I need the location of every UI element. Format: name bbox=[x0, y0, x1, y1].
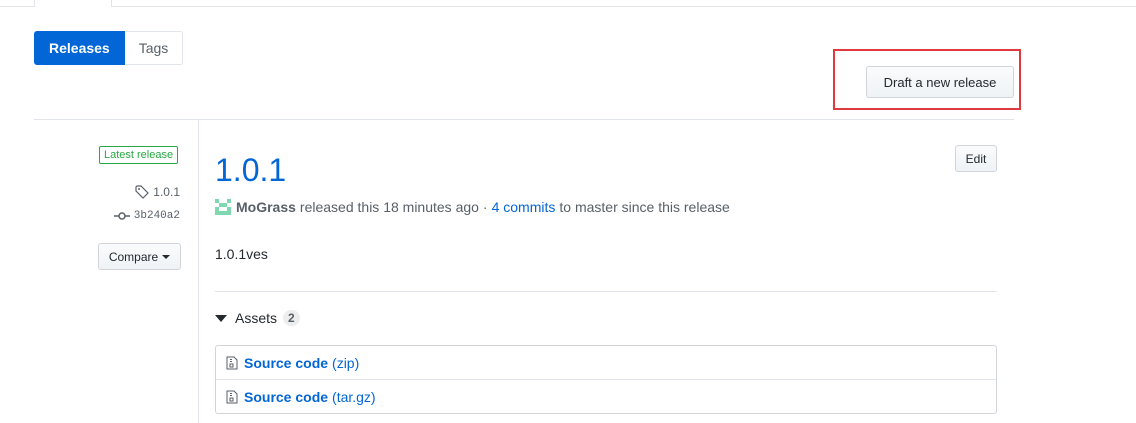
commits-link[interactable]: 4 commits bbox=[492, 199, 556, 215]
asset-list: Source code (zip) Source code (tar.gz) bbox=[215, 345, 997, 414]
assets-label: Assets bbox=[235, 310, 278, 326]
compare-button[interactable]: Compare bbox=[98, 243, 181, 270]
draft-new-release-button[interactable]: Draft a new release bbox=[866, 66, 1014, 98]
triangle-down-icon bbox=[215, 314, 227, 322]
author-link[interactable]: MoGrass bbox=[236, 199, 296, 215]
asset-row[interactable]: Source code (zip) bbox=[216, 346, 996, 379]
header-divider bbox=[34, 119, 1014, 120]
byline-separator: · bbox=[482, 199, 488, 215]
repo-tab-stub bbox=[34, 0, 112, 7]
edit-button[interactable]: Edit bbox=[955, 145, 997, 172]
tab-releases[interactable]: Releases bbox=[34, 31, 125, 65]
assets-toggle[interactable]: Assets 2 bbox=[215, 310, 300, 326]
git-commit-icon bbox=[113, 212, 130, 220]
tag-label: 1.0.1 bbox=[153, 185, 180, 199]
tag-icon bbox=[135, 185, 150, 199]
avatar[interactable] bbox=[215, 199, 231, 215]
release-tag[interactable]: 1.0.1 bbox=[135, 185, 180, 199]
released-text: released this 18 minutes ago bbox=[299, 199, 479, 215]
compare-label: Compare bbox=[108, 249, 159, 264]
release-title[interactable]: 1.0.1 bbox=[215, 150, 286, 190]
assets-count: 2 bbox=[283, 310, 300, 326]
latest-release-badge: Latest release bbox=[99, 146, 179, 164]
release-notes: 1.0.1ves bbox=[215, 246, 268, 262]
asset-ext[interactable]: (tar.gz) bbox=[332, 389, 376, 405]
asset-ext[interactable]: (zip) bbox=[332, 355, 359, 371]
release-byline: MoGrass released this 18 minutes ago · 4… bbox=[215, 199, 730, 215]
top-border bbox=[0, 6, 1136, 7]
caret-down-icon bbox=[162, 254, 171, 259]
releases-tags-subnav: Releases Tags bbox=[34, 31, 184, 65]
tab-tags[interactable]: Tags bbox=[124, 31, 184, 65]
release-commit[interactable]: 3b240a2 bbox=[113, 210, 180, 222]
file-zip-icon bbox=[226, 390, 238, 403]
asset-name[interactable]: Source code bbox=[244, 389, 328, 405]
notes-divider bbox=[215, 291, 997, 292]
asset-name[interactable]: Source code bbox=[244, 355, 328, 371]
asset-row[interactable]: Source code (tar.gz) bbox=[216, 379, 996, 413]
commits-suffix: to master since this release bbox=[559, 199, 730, 215]
commit-sha: 3b240a2 bbox=[133, 210, 180, 222]
sidebar-divider bbox=[198, 120, 199, 423]
file-zip-icon bbox=[226, 356, 238, 369]
